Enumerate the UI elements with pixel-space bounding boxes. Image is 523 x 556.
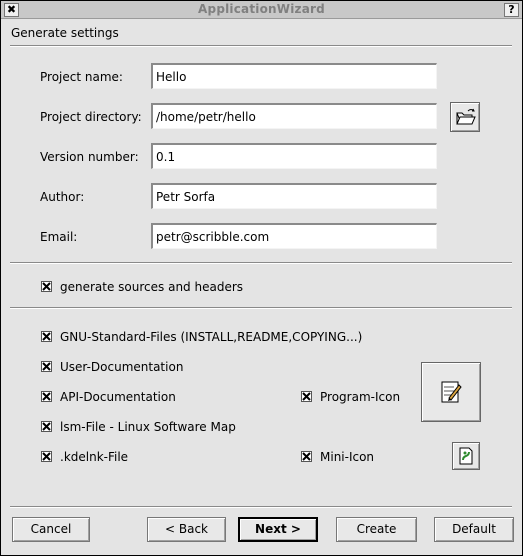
lsm-file-label: lsm-File - Linux Software Map bbox=[60, 420, 236, 434]
email-label: Email: bbox=[40, 230, 78, 244]
title-bar[interactable]: ✖ ApplicationWizard ? bbox=[1, 1, 522, 19]
back-button[interactable]: < Back bbox=[147, 517, 226, 542]
checkmark-icon bbox=[42, 422, 51, 431]
folder-open-icon bbox=[456, 108, 476, 125]
checkmark-icon bbox=[42, 392, 51, 401]
mini-icon-document bbox=[459, 447, 473, 465]
mini-icon-checkbox[interactable] bbox=[301, 451, 312, 462]
generate-sources-label: generate sources and headers bbox=[60, 280, 244, 294]
default-button[interactable]: Default bbox=[434, 517, 514, 542]
program-icon-checkbox[interactable] bbox=[301, 391, 312, 402]
project-directory-label: Project directory: bbox=[40, 110, 142, 124]
kdelnk-file-label: .kdelnk-File bbox=[60, 450, 129, 464]
project-directory-input[interactable] bbox=[151, 103, 437, 129]
user-documentation-label: User-Documentation bbox=[60, 360, 184, 374]
application-wizard-window: ✖ ApplicationWizard ? Generate settings … bbox=[0, 0, 523, 556]
email-input[interactable] bbox=[151, 223, 437, 249]
browse-directory-button[interactable] bbox=[450, 102, 480, 132]
checkmark-icon bbox=[302, 392, 311, 401]
mini-icon-button[interactable] bbox=[452, 442, 480, 470]
project-name-label: Project name: bbox=[40, 70, 123, 84]
api-documentation-checkbox[interactable] bbox=[41, 391, 52, 402]
version-number-label: Version number: bbox=[40, 150, 139, 164]
edit-document-icon bbox=[441, 381, 462, 403]
next-button[interactable]: Next > bbox=[238, 517, 318, 542]
mini-icon-label: Mini-Icon bbox=[320, 450, 375, 464]
program-icon-label: Program-Icon bbox=[320, 390, 401, 404]
checkmark-icon bbox=[302, 452, 311, 461]
section-title: Generate settings bbox=[11, 26, 119, 40]
gnu-standard-files-checkbox[interactable] bbox=[41, 331, 52, 342]
author-label: Author: bbox=[40, 190, 85, 204]
user-documentation-checkbox[interactable] bbox=[41, 361, 52, 372]
help-button[interactable]: ? bbox=[504, 3, 519, 17]
kdelnk-file-checkbox[interactable] bbox=[41, 451, 52, 462]
help-icon: ? bbox=[508, 3, 515, 16]
cancel-button[interactable]: Cancel bbox=[12, 517, 90, 542]
divider bbox=[10, 307, 512, 309]
divider bbox=[10, 45, 512, 47]
project-name-input[interactable] bbox=[151, 63, 437, 89]
author-input[interactable] bbox=[151, 183, 437, 209]
program-icon-button[interactable] bbox=[421, 362, 481, 422]
create-button[interactable]: Create bbox=[336, 517, 417, 542]
lsm-file-checkbox[interactable] bbox=[41, 421, 52, 432]
version-number-input[interactable] bbox=[151, 143, 437, 169]
checkmark-icon bbox=[42, 282, 51, 291]
window-title: ApplicationWizard bbox=[198, 2, 325, 16]
checkmark-icon bbox=[42, 332, 51, 341]
generate-sources-checkbox[interactable] bbox=[41, 281, 52, 292]
api-documentation-label: API-Documentation bbox=[60, 390, 176, 404]
gnu-standard-files-label: GNU-Standard-Files (INSTALL,README,COPYI… bbox=[60, 330, 363, 344]
divider bbox=[10, 506, 512, 508]
divider bbox=[10, 262, 512, 264]
checkmark-icon bbox=[42, 362, 51, 371]
checkmark-icon bbox=[42, 452, 51, 461]
